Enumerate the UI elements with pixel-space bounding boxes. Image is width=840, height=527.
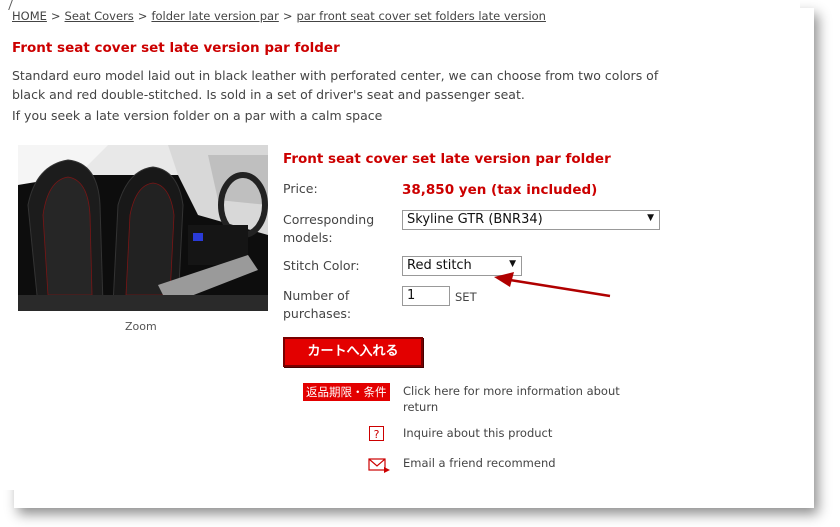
page-title: Front seat cover set late version par fo… [12, 40, 340, 56]
stitch-label: Stitch Color: [283, 258, 360, 273]
breadcrumb-sep: > [137, 9, 148, 23]
return-policy-link[interactable]: Click here for more information about re… [403, 383, 653, 415]
breadcrumb-sep: > [282, 9, 293, 23]
product-description: Standard euro model laid out in black le… [12, 68, 659, 102]
breadcrumb: HOME > Seat Covers > folder late version par… [12, 9, 546, 23]
mail-icon[interactable] [368, 457, 390, 473]
question-icon[interactable]: ? [369, 426, 384, 441]
inquire-link[interactable]: Inquire about this product [403, 425, 552, 441]
models-select[interactable]: Skyline GTR (BNR34) ▼ [402, 210, 660, 230]
product-description-secondary: If you seek a late version folder on a p… [12, 108, 383, 123]
breadcrumb-folder[interactable]: folder late version par [151, 9, 278, 23]
page: HOME > Seat Covers > folder late version par… [0, 0, 800, 490]
zoom-label[interactable]: Zoom [125, 320, 157, 333]
quantity-input[interactable]: 1 [402, 286, 450, 306]
chevron-down-icon: ▼ [647, 213, 654, 223]
models-label: Corresponding models: [283, 212, 375, 245]
price-label: Price: [283, 181, 318, 196]
page-corner [0, 0, 13, 10]
return-policy-badge[interactable]: 返品期限・条件 [303, 383, 390, 401]
annotation-arrow [494, 272, 611, 298]
breadcrumb-sep: > [50, 9, 61, 23]
email-friend-link[interactable]: Email a friend recommend [403, 455, 556, 471]
stitch-color-value: Red stitch [407, 258, 472, 273]
breadcrumb-home[interactable]: HOME [12, 9, 47, 23]
car-interior-image [18, 145, 268, 311]
breadcrumb-seat-covers[interactable]: Seat Covers [65, 9, 134, 23]
product-title: Front seat cover set late version par fo… [283, 151, 611, 167]
models-select-value: Skyline GTR (BNR34) [407, 212, 543, 227]
product-image[interactable] [18, 145, 268, 311]
breadcrumb-current[interactable]: par front seat cover set folders late ve… [296, 9, 546, 23]
quantity-label: Number of purchases: [283, 288, 352, 321]
price-value: 38,850 yen (tax included) [402, 182, 598, 198]
add-to-cart-button[interactable]: カートへ入れる [283, 337, 423, 367]
quantity-unit: SET [455, 290, 477, 304]
